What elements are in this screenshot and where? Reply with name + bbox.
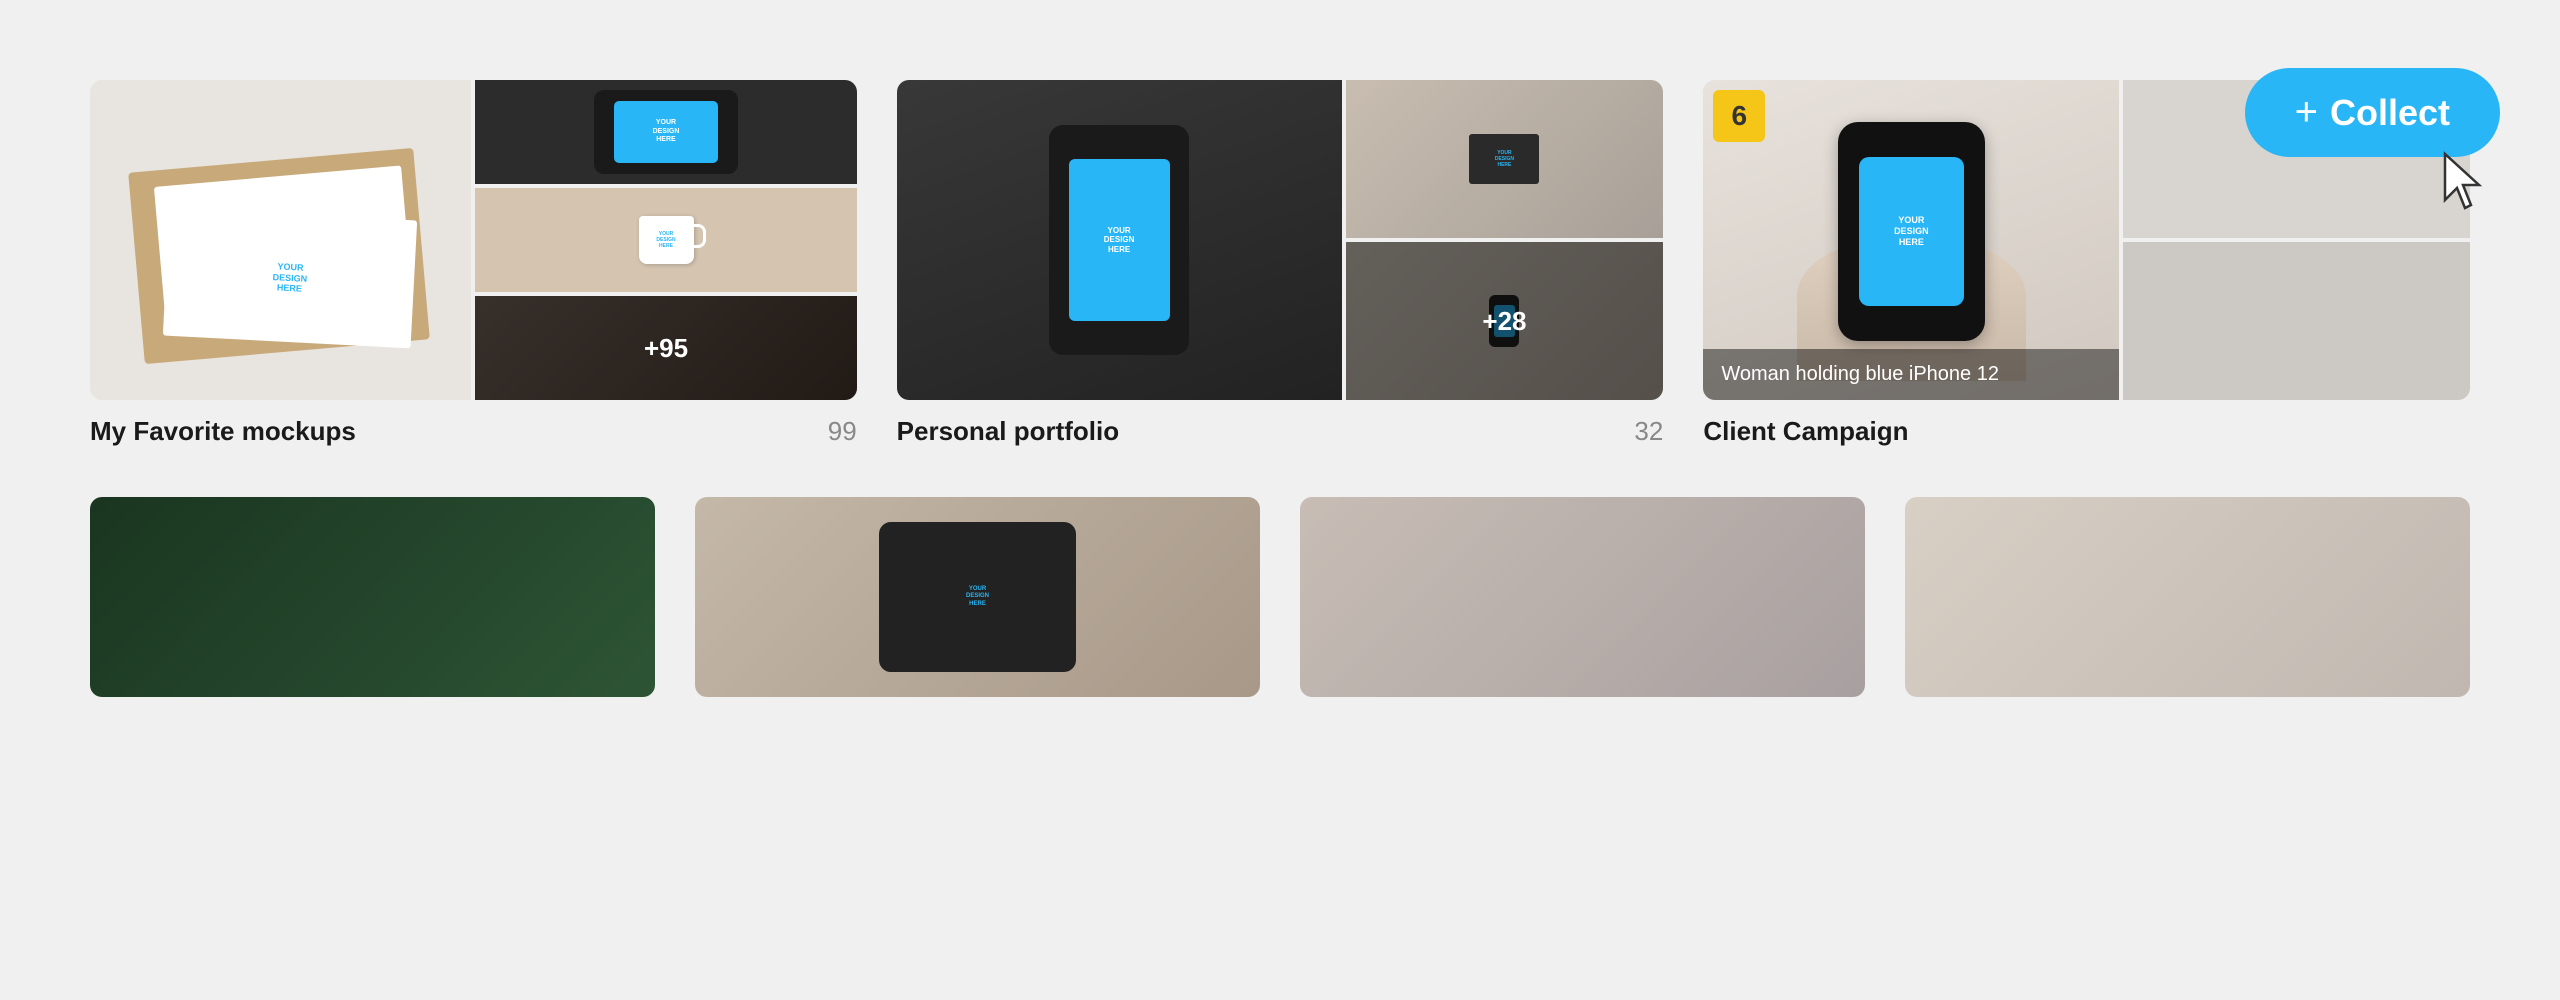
portfolio-mosaic: YOURDESIGNHERE YOURDESIGNHERE — [897, 80, 1664, 400]
favorites-right-bot: +95 — [475, 296, 856, 400]
partial-plants-mosaic — [90, 497, 655, 697]
collection-favorites[interactable]: YOURDESIGNHERE YOURDESIGNHERE YOURDESIGN… — [90, 80, 857, 447]
portfolio-count: 32 — [1634, 416, 1663, 447]
collections-row-2: YOURDESIGNHERE — [90, 497, 2470, 697]
biz-card-design-label-2: YOURDESIGNHERE — [272, 261, 308, 295]
portfolio-overlay-badge: +28 — [1346, 242, 1664, 400]
watch-label: YOURDESIGNHERE — [966, 586, 989, 608]
campaign-number-badge: 6 — [1713, 90, 1765, 142]
campaign-hover-tooltip: Woman holding blue iPhone 12 — [1703, 349, 2119, 400]
favorites-main-cell: YOURDESIGNHERE YOURDESIGNHERE — [90, 80, 471, 400]
campaign-main-cell: YOURDESIGNHERE Woman holding blue iPhone… — [1703, 80, 2119, 400]
partial-plants[interactable] — [90, 497, 655, 697]
collections-row-1: YOURDESIGNHERE YOURDESIGNHERE YOURDESIGN… — [90, 80, 2470, 447]
favorites-right-top: YOURDESIGNHERE — [475, 80, 856, 184]
campaign-meta: Client Campaign — [1703, 416, 2470, 447]
page-container: + Collect YOURDESIGNHERE — [0, 0, 2560, 1000]
favorites-name: My Favorite mockups — [90, 416, 356, 447]
phone-design-label: YOURDESIGNHERE — [653, 119, 680, 144]
partial-fashion[interactable] — [1905, 497, 2470, 697]
portfolio-main-cell: YOURDESIGNHERE — [897, 80, 1342, 400]
collection-portfolio[interactable]: YOURDESIGNHERE YOURDESIGNHERE — [897, 80, 1664, 447]
portfolio-right-top: YOURDESIGNHERE — [1346, 80, 1664, 238]
mug-design-label: YOURDESIGNHERE — [656, 231, 675, 249]
partial-watch[interactable]: YOURDESIGNHERE — [695, 497, 1260, 697]
biz-card-stack: YOURDESIGNHERE YOURDESIGNHERE — [90, 80, 471, 400]
favorites-count: 99 — [828, 416, 857, 447]
collect-plus-icon: + — [2295, 90, 2318, 135]
portfolio-phone-label: YOURDESIGNHERE — [1104, 226, 1135, 255]
portfolio-name: Personal portfolio — [897, 416, 1119, 447]
monitor-label: YOURDESIGNHERE — [1495, 150, 1514, 168]
partial-watch-mosaic: YOURDESIGNHERE — [695, 497, 1260, 697]
partial-portrait-mosaic — [1300, 497, 1865, 697]
favorites-mosaic: YOURDESIGNHERE YOURDESIGNHERE YOURDESIGN… — [90, 80, 857, 400]
collect-label: Collect — [2330, 92, 2450, 134]
favorites-overlay-badge: +95 — [475, 296, 856, 400]
partial-portrait[interactable] — [1300, 497, 1865, 697]
campaign-phone-label: YOURDESIGNHERE — [1894, 215, 1929, 247]
campaign-name: Client Campaign — [1703, 416, 1908, 447]
portfolio-right-bot: +28 — [1346, 242, 1664, 400]
favorites-meta: My Favorite mockups 99 — [90, 416, 857, 447]
favorites-right-mid: YOURDESIGNHERE — [475, 188, 856, 292]
collect-button[interactable]: + Collect — [2245, 68, 2500, 157]
portfolio-meta: Personal portfolio 32 — [897, 416, 1664, 447]
partial-fashion-mosaic — [1905, 497, 2470, 697]
campaign-side-2 — [2123, 242, 2470, 400]
